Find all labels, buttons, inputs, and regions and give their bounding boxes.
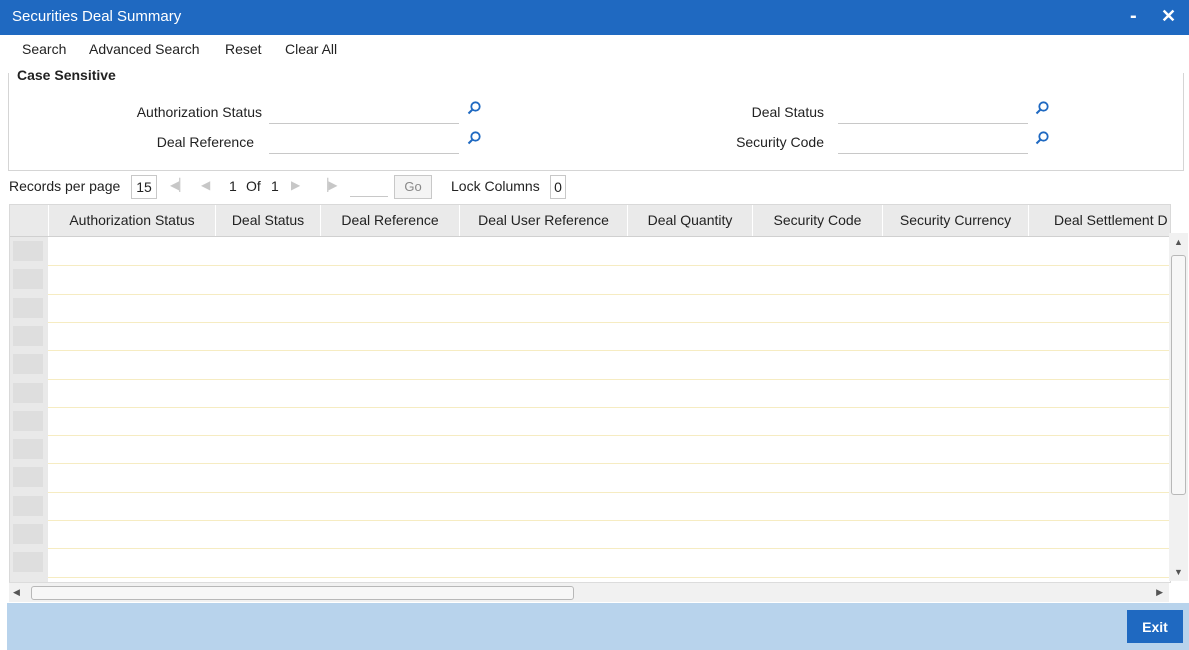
last-page-icon[interactable]: ▕▶ [319, 178, 337, 192]
select-all-header[interactable] [10, 205, 49, 236]
row-separator [48, 321, 1170, 323]
row-separator [48, 350, 1170, 352]
row-selector[interactable] [13, 325, 43, 346]
footer-bar: Exit [7, 603, 1189, 650]
first-page-icon[interactable]: ◀▏ [170, 178, 188, 192]
authorization-status-label: Authorization Status [136, 104, 262, 120]
row-selector[interactable] [13, 410, 43, 431]
row-selector[interactable] [13, 439, 43, 460]
row-separator [48, 378, 1170, 380]
deal-status-label: Deal Status [751, 104, 824, 120]
row-selector[interactable] [13, 495, 43, 516]
row-separator [48, 265, 1170, 267]
column-header[interactable]: Authorization Status [49, 205, 216, 236]
scroll-right-icon[interactable]: ▶ [1156, 587, 1163, 598]
row-selector[interactable] [13, 297, 43, 318]
window-title: Securities Deal Summary [12, 8, 182, 25]
scroll-left-icon[interactable]: ◀ [13, 587, 20, 598]
deal-status-search-icon[interactable] [1034, 100, 1050, 116]
row-separator [48, 520, 1170, 521]
row-separator [48, 293, 1170, 295]
case-sensitive-legend: Case Sensitive [17, 67, 122, 83]
close-button[interactable]: ✕ [1161, 4, 1176, 28]
column-header[interactable]: Security Code [753, 205, 883, 236]
current-page: 1 [229, 178, 237, 194]
row-separator [48, 435, 1170, 437]
row-selector-column [10, 237, 48, 582]
go-button[interactable]: Go [394, 175, 432, 199]
row-separator [48, 576, 1170, 578]
deal-reference-input[interactable] [269, 133, 459, 154]
records-per-page-input[interactable]: 15 [131, 175, 157, 199]
row-selector[interactable] [13, 552, 43, 573]
exit-button[interactable]: Exit [1127, 610, 1183, 643]
row-selector[interactable] [13, 354, 43, 375]
pagination-bar: Records per page 15 ◀▏ ◀ 1 Of 1 ▶ ▕▶ Go … [0, 172, 1189, 202]
total-pages: 1 [271, 178, 279, 194]
vertical-scrollbar[interactable]: ▲ ▼ [1169, 233, 1188, 581]
scroll-up-icon[interactable]: ▲ [1174, 237, 1183, 247]
column-header[interactable]: Security Currency [883, 205, 1029, 236]
clear-all-button[interactable]: Clear All [285, 41, 337, 57]
minimize-button[interactable]: - [1130, 4, 1137, 28]
deal-reference-label: Deal Reference [156, 134, 254, 150]
row-separator [48, 463, 1170, 465]
goto-page-input[interactable] [350, 196, 388, 197]
column-header[interactable]: Deal Status [216, 205, 321, 236]
grid-header: Authorization Status Deal Status Deal Re… [10, 205, 1170, 237]
results-grid: Authorization Status Deal Status Deal Re… [9, 204, 1171, 583]
records-per-page-label: Records per page [9, 178, 121, 194]
horizontal-scrollbar[interactable]: ◀ ▶ [9, 582, 1169, 602]
row-separator [48, 548, 1170, 550]
toolbar: Search Advanced Search Reset Clear All [0, 35, 1189, 63]
lock-columns-input[interactable]: 0 [550, 175, 566, 199]
advanced-search-button[interactable]: Advanced Search [89, 41, 200, 57]
row-selector[interactable] [13, 241, 43, 261]
previous-page-icon[interactable]: ◀ [201, 178, 210, 192]
row-selector[interactable] [13, 467, 43, 488]
reset-button[interactable]: Reset [225, 41, 262, 57]
column-header[interactable]: Deal Quantity [628, 205, 753, 236]
column-header[interactable]: Deal Settlement D [1029, 205, 1170, 236]
page-of-label: Of [246, 178, 261, 194]
row-selector[interactable] [13, 382, 43, 403]
security-code-label: Security Code [736, 134, 824, 150]
search-button[interactable]: Search [22, 41, 66, 57]
next-page-icon[interactable]: ▶ [291, 178, 300, 192]
deal-reference-search-icon[interactable] [466, 130, 482, 146]
scroll-down-icon[interactable]: ▼ [1174, 567, 1183, 577]
security-code-search-icon[interactable] [1034, 130, 1050, 146]
search-criteria-panel: Case Sensitive Authorization Status Deal… [8, 67, 1184, 171]
security-code-input[interactable] [838, 133, 1028, 154]
row-selector[interactable] [13, 269, 43, 290]
horizontal-scroll-thumb[interactable] [31, 586, 574, 600]
vertical-scroll-thumb[interactable] [1171, 255, 1186, 495]
row-separator [48, 406, 1170, 408]
authorization-status-input[interactable] [269, 103, 459, 124]
row-separator [48, 491, 1170, 493]
window-titlebar: Securities Deal Summary - ✕ [0, 0, 1189, 35]
column-header[interactable]: Deal Reference [321, 205, 460, 236]
column-header[interactable]: Deal User Reference [460, 205, 628, 236]
authorization-status-search-icon[interactable] [466, 100, 482, 116]
deal-status-input[interactable] [838, 103, 1028, 124]
lock-columns-label: Lock Columns [451, 178, 540, 194]
row-selector[interactable] [13, 524, 43, 544]
